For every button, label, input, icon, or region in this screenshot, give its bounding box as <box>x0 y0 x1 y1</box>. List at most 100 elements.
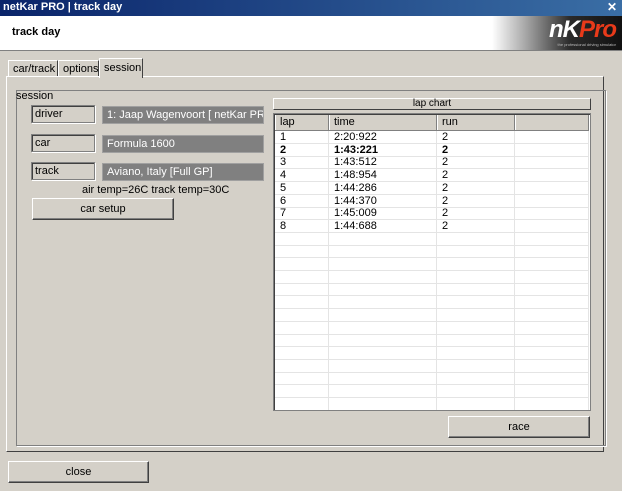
cell-empty <box>275 334 329 347</box>
table-row[interactable]: 3 1:43:512 2 <box>275 156 589 170</box>
empty-table-row <box>275 385 589 398</box>
cell-empty <box>515 372 589 385</box>
close-button[interactable]: close <box>8 461 149 483</box>
cell-empty <box>329 283 437 296</box>
logo-brand-right: Pro <box>578 16 617 43</box>
cell-lap: 8 <box>275 219 329 232</box>
cell-time: 1:44:286 <box>329 181 437 194</box>
empty-table-row <box>275 359 589 373</box>
cell-time: 1:48:954 <box>329 169 437 182</box>
header-banner: track day nKPro the professional driving… <box>0 16 622 51</box>
car-setup-button[interactable]: car setup <box>32 198 174 220</box>
cell-empty <box>329 372 437 385</box>
cell-run: 2 <box>437 219 515 232</box>
cell-empty <box>515 232 589 245</box>
cell-time: 1:44:370 <box>329 194 437 207</box>
empty-table-row <box>275 258 589 271</box>
track-label: track <box>31 162 95 180</box>
cell-empty <box>515 207 589 220</box>
table-row[interactable]: 2 1:43:221 2 <box>275 143 589 157</box>
cell-lap: 7 <box>275 207 329 220</box>
cell-empty <box>329 270 437 283</box>
cell-empty <box>437 270 515 283</box>
temperature-readout: air temp=26C track temp=30C <box>82 184 230 196</box>
car-value: Formula 1600 <box>102 135 264 153</box>
cell-empty <box>329 334 437 347</box>
cell-empty <box>329 308 437 321</box>
cell-empty <box>437 397 515 410</box>
cell-empty <box>329 232 437 245</box>
lap-chart-table: lap time run 1 2:20:922 2 2 1:43:221 2 3 1:43:5… <box>273 113 591 411</box>
race-button[interactable]: race <box>448 416 590 438</box>
cell-empty <box>515 346 589 359</box>
cell-empty <box>437 296 515 309</box>
cell-empty <box>329 359 437 372</box>
cell-lap: 3 <box>275 156 329 169</box>
cell-empty <box>437 283 515 296</box>
cell-lap: 2 <box>275 143 329 156</box>
cell-empty <box>515 169 589 182</box>
cell-empty <box>515 270 589 283</box>
cell-empty <box>437 372 515 385</box>
cell-empty <box>329 258 437 270</box>
cell-empty <box>329 321 437 334</box>
cell-empty <box>329 385 437 397</box>
cell-empty <box>275 397 329 410</box>
cell-empty <box>515 385 589 397</box>
table-row[interactable]: 6 1:44:370 2 <box>275 194 589 208</box>
cell-empty <box>515 359 589 372</box>
session-group-label: session <box>16 90 54 102</box>
empty-table-row <box>275 346 589 360</box>
cell-empty <box>437 232 515 245</box>
cell-time: 2:20:922 <box>329 131 437 143</box>
column-header-lap[interactable]: lap <box>275 115 329 130</box>
window-title: netKar PRO | track day <box>3 1 123 13</box>
tab-car-track[interactable]: car/track <box>8 60 58 76</box>
cell-run: 2 <box>437 207 515 220</box>
cell-time: 1:43:221 <box>329 143 437 156</box>
cell-empty <box>275 270 329 283</box>
logo-tagline: the professional driving simulator <box>557 42 616 47</box>
cell-lap: 6 <box>275 194 329 207</box>
cell-empty <box>275 232 329 245</box>
column-header-run[interactable]: run <box>437 115 515 130</box>
table-row[interactable]: 4 1:48:954 2 <box>275 169 589 183</box>
cell-empty <box>275 245 329 258</box>
close-icon[interactable]: ✕ <box>606 1 618 13</box>
cell-run: 2 <box>437 143 515 156</box>
tab-session[interactable]: session <box>99 58 143 78</box>
driver-value: 1: Jaap Wagenvoort [ netKar PRO ] <box>102 106 264 124</box>
cell-lap: 1 <box>275 131 329 143</box>
table-row[interactable]: 7 1:45:009 2 <box>275 207 589 221</box>
empty-table-row <box>275 372 589 386</box>
cell-empty <box>515 334 589 347</box>
table-header-row: lap time run <box>275 115 589 131</box>
cell-empty <box>515 181 589 194</box>
cell-empty <box>275 308 329 321</box>
cell-empty <box>275 283 329 296</box>
cell-empty <box>515 321 589 334</box>
cell-empty <box>275 258 329 270</box>
table-row[interactable]: 5 1:44:286 2 <box>275 181 589 195</box>
cell-empty <box>515 131 589 143</box>
empty-table-row <box>275 245 589 259</box>
page-title: track day <box>12 26 61 38</box>
cell-empty <box>275 321 329 334</box>
cell-empty <box>437 346 515 359</box>
table-row[interactable]: 8 1:44:688 2 <box>275 219 589 233</box>
table-row[interactable]: 1 2:20:922 2 <box>275 131 589 144</box>
empty-table-row <box>275 308 589 322</box>
cell-empty <box>329 346 437 359</box>
tab-options[interactable]: options <box>58 60 99 76</box>
cell-empty <box>515 194 589 207</box>
cell-empty <box>437 359 515 372</box>
cell-run: 2 <box>437 169 515 182</box>
cell-empty <box>437 308 515 321</box>
cell-lap: 4 <box>275 169 329 182</box>
column-header-time[interactable]: time <box>329 115 437 130</box>
cell-empty <box>437 245 515 258</box>
cell-empty <box>275 359 329 372</box>
cell-time: 1:44:688 <box>329 219 437 232</box>
cell-empty <box>329 296 437 309</box>
empty-table-row <box>275 334 589 348</box>
